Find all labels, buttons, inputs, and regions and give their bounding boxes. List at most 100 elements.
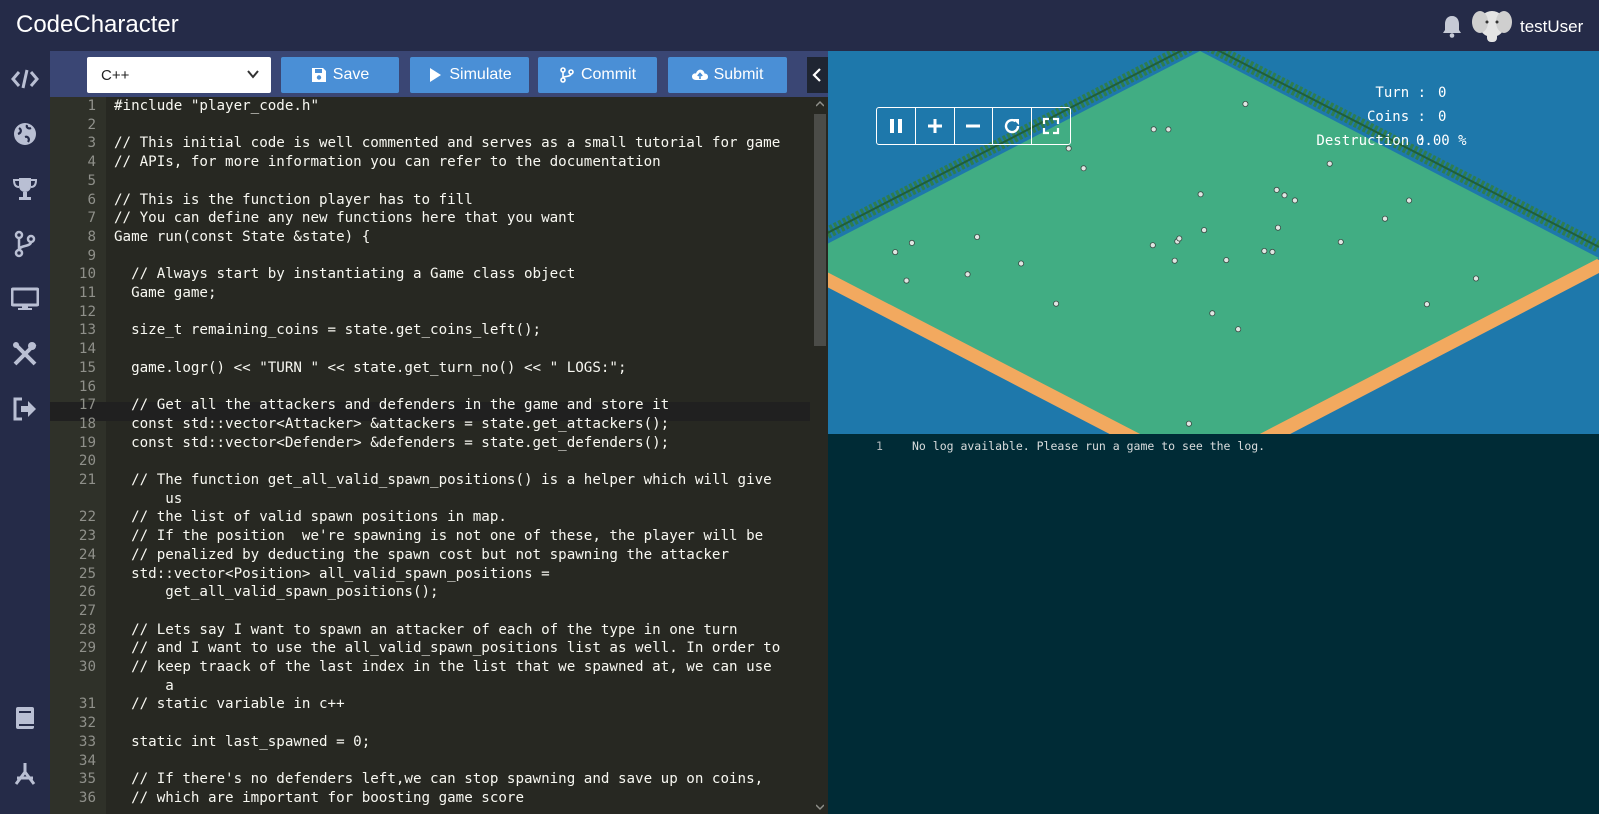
zoom-out-button[interactable] [955, 108, 994, 144]
branch-icon[interactable] [11, 230, 39, 258]
code-text: // Get all the attackers and defenders i… [114, 397, 670, 414]
trophy-icon[interactable] [11, 175, 39, 203]
cloud-upload-icon [691, 69, 708, 80]
rock [908, 239, 915, 246]
rock [903, 277, 910, 284]
line-number: 5 [87, 172, 96, 189]
code-text: // This initial code is well commented a… [114, 135, 781, 152]
language-select[interactable]: C++ [87, 57, 271, 93]
simulate-label: Simulate [449, 66, 512, 83]
game-controls [876, 107, 1071, 145]
rock [1291, 197, 1298, 204]
line-number: 29 [78, 640, 96, 657]
rock [1197, 191, 1204, 198]
rock [1242, 101, 1249, 108]
code-text: // which are important for boosting game… [114, 789, 524, 806]
chevron-down-icon [247, 70, 259, 79]
rock [1281, 192, 1288, 199]
rock [1261, 247, 1268, 254]
rock [1337, 238, 1344, 245]
tools-icon[interactable] [11, 340, 39, 368]
pause-button[interactable] [877, 108, 916, 144]
rock [1209, 310, 1216, 317]
rock [1273, 186, 1280, 193]
top-navbar: CodeCharacter testUser [0, 0, 1599, 51]
rock [1080, 165, 1087, 172]
scroll-thumb[interactable] [814, 114, 826, 346]
log-text: No log available. Please run a game to s… [912, 439, 1266, 453]
app-title[interactable]: CodeCharacter [16, 11, 179, 39]
code-icon[interactable] [11, 65, 39, 93]
code-text: a [114, 677, 174, 694]
line-number: 2 [87, 116, 96, 133]
log-panel[interactable]: 1 No log available. Please run a game to… [828, 434, 1599, 814]
scroll-up-icon[interactable] [816, 100, 824, 108]
line-number: 6 [87, 191, 96, 208]
line-number: 33 [78, 733, 96, 750]
editor-scrollbar[interactable] [812, 97, 828, 814]
network-icon[interactable] [11, 760, 39, 788]
stat-label: Coins : [1366, 109, 1426, 125]
stat-value: 0 [1438, 109, 1447, 125]
scroll-down-icon[interactable] [816, 803, 824, 811]
code-text: // Always start by instantiating a Game … [114, 266, 576, 283]
branch-icon [560, 67, 574, 83]
code-text: // If the position we're spawning is not… [114, 528, 764, 545]
logout-icon[interactable] [11, 395, 39, 423]
play-icon [430, 68, 442, 82]
line-number: 22 [78, 509, 96, 526]
code-text: const std::vector<Attacker> &attackers =… [114, 415, 670, 432]
line-number: 9 [87, 247, 96, 264]
line-number: 26 [78, 584, 96, 601]
language-select-value: C++ [101, 67, 130, 84]
code-text: // the list of valid spawn positions in … [114, 509, 507, 526]
code-editor[interactable]: 1 #include "player_code.h" 2 3// This initi… [50, 97, 828, 814]
globe-icon[interactable] [11, 120, 39, 148]
game-renderer[interactable]: Turn : 0 Coins : 0 Destruction : 0.00 % [828, 51, 1599, 434]
line-number: 19 [78, 434, 96, 451]
rock [1185, 420, 1192, 427]
stat-label: Destruction : [1316, 133, 1426, 149]
book-icon[interactable] [11, 704, 39, 732]
rock [1201, 227, 1208, 234]
code-text: us [114, 490, 183, 507]
code-text: // penalized by deducting the spawn cost… [114, 546, 729, 563]
rock [1165, 126, 1172, 133]
submit-label: Submit [713, 66, 764, 83]
bell-icon[interactable] [1441, 14, 1463, 38]
code-text: Game game; [114, 285, 217, 301]
zoom-in-button[interactable] [916, 108, 955, 144]
game-stats: Turn : 0 Coins : 0 Destruction : 0.00 % [1296, 85, 1576, 157]
line-number: 15 [78, 359, 96, 376]
simulate-button[interactable]: Simulate [410, 57, 529, 93]
line-number: 28 [78, 621, 96, 638]
save-button[interactable]: Save [281, 57, 399, 93]
commit-button[interactable]: Commit [538, 57, 657, 93]
minus-icon [966, 124, 981, 128]
code-text: // static variable in c++ [114, 696, 345, 713]
line-number: 30 [78, 659, 96, 675]
save-label: Save [332, 66, 370, 83]
monitor-icon[interactable] [11, 285, 39, 313]
code-text: Game run(const State &state) { [114, 228, 371, 245]
code-text: game.logr() << "TURN " << state.get_turn… [114, 359, 627, 376]
submit-button[interactable]: Submit [668, 57, 787, 93]
avatar[interactable] [1472, 7, 1512, 43]
code-text: // Lets say I want to spawn an attacker … [114, 621, 738, 638]
chevron-left-icon[interactable] [812, 68, 822, 82]
reset-button[interactable] [993, 108, 1033, 144]
fullscreen-button[interactable] [1032, 108, 1070, 144]
rock [1269, 248, 1276, 255]
line-number: 23 [78, 528, 96, 545]
code-text: // The function get_all_valid_spawn_posi… [114, 472, 772, 488]
stat-value: 0 [1438, 85, 1447, 101]
line-number: 36 [78, 789, 96, 806]
line-number: 27 [78, 602, 96, 619]
line-number: 17 [78, 397, 96, 414]
code-text: #include "player_code.h" [114, 98, 319, 114]
stat-turn: Turn : 0 [1296, 85, 1576, 109]
code-text: // You can define any new functions here… [114, 210, 576, 227]
line-number: 35 [78, 771, 96, 788]
code-text: std::vector<Position> all_valid_spawn_po… [114, 565, 550, 582]
username[interactable]: testUser [1520, 17, 1583, 37]
